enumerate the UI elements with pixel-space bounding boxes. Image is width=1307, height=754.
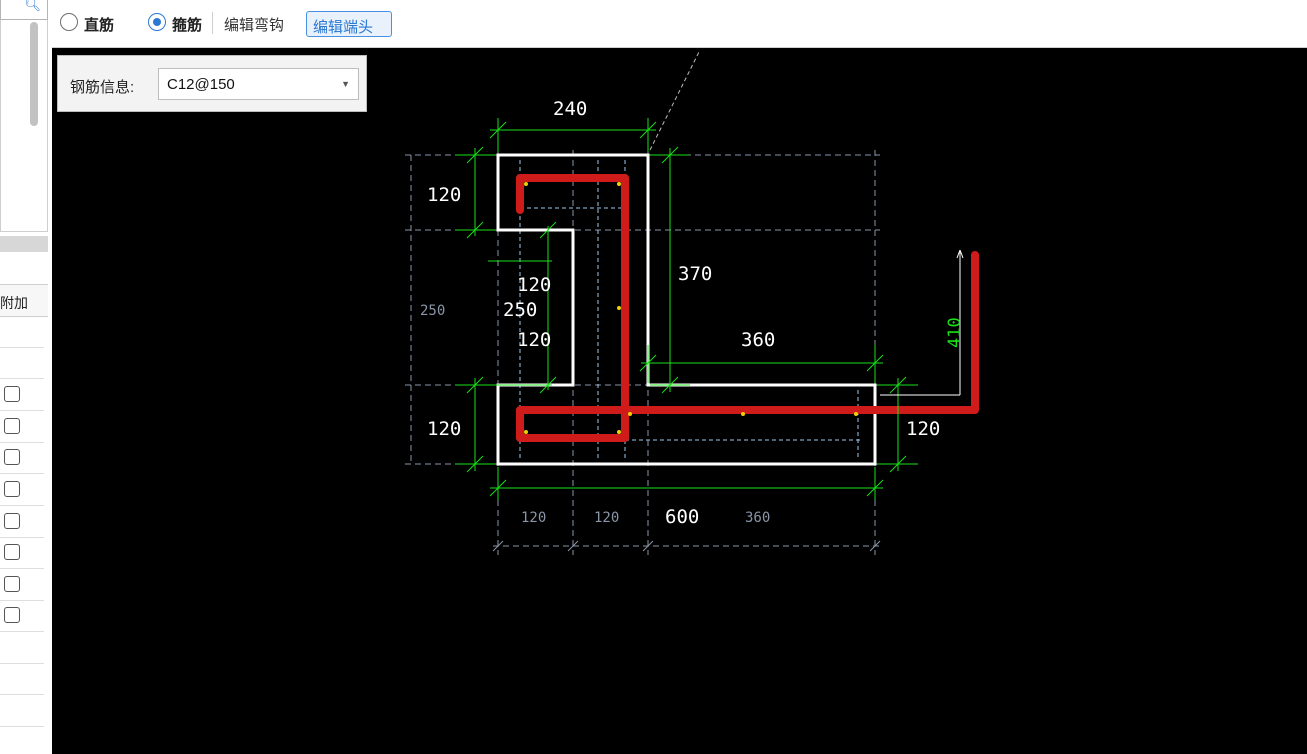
dim-right-120: 120 [906, 418, 940, 440]
dim-left-bottom-120: 120 [427, 418, 461, 440]
toolbar: 直筋 箍筋 编辑弯钩 编辑端头 [52, 0, 1307, 48]
grid-lines [405, 150, 880, 555]
table-row [0, 601, 44, 632]
table-row [0, 317, 44, 348]
search-icon: 🔍︎ [24, 0, 41, 12]
table-row [0, 570, 44, 601]
left-panel: 🔍︎ 附加 [0, 0, 53, 754]
straight-bar-radio[interactable] [60, 13, 78, 31]
table-row [0, 348, 44, 379]
rebar-stirrup [516, 174, 979, 442]
list-area [0, 20, 48, 232]
addition-checkbox[interactable] [4, 513, 20, 529]
dim-bottom-360: 360 [745, 510, 770, 526]
addition-checkbox[interactable] [4, 418, 20, 434]
table-row [0, 380, 44, 411]
dim-mid-120b: 120 [517, 329, 551, 351]
dim-leg-410: 410 [945, 317, 965, 348]
dim-bottom-120b: 120 [594, 510, 619, 526]
table-row [0, 696, 44, 727]
dim-right-360: 360 [741, 329, 775, 351]
drawing-canvas[interactable]: 240 120 120 250 120 370 360 120 120 600 … [52, 48, 1307, 754]
table-row [0, 507, 44, 538]
straight-bar-label[interactable]: 直筋 [84, 14, 114, 35]
dim-bottom-600: 600 [665, 506, 699, 528]
table-row [0, 633, 44, 664]
edit-end-button[interactable]: 编辑端头 [306, 11, 392, 37]
rebar-info-select[interactable]: C12@150 ▼ [158, 68, 359, 100]
rebar-info-panel: 钢筋信息: C12@150 ▼ [57, 55, 367, 112]
table-row [0, 538, 44, 569]
dim-mid-120a: 120 [517, 274, 551, 296]
dim-bottom-120a: 120 [521, 510, 546, 526]
edit-hook-button[interactable]: 编辑弯钩 [224, 14, 284, 35]
addition-checkbox[interactable] [4, 607, 20, 623]
addition-checkbox[interactable] [4, 386, 20, 402]
section-drawing: 240 120 120 250 120 370 360 120 120 600 … [405, 49, 979, 555]
table-row [0, 443, 44, 474]
table-row [0, 412, 44, 443]
stirrup-label[interactable]: 箍筋 [172, 14, 202, 35]
edit-end-label: 编辑端头 [313, 19, 374, 36]
toolbar-divider [212, 12, 213, 34]
addition-checkbox[interactable] [4, 576, 20, 592]
column-header-label: 附加 [0, 295, 28, 311]
dim-outer-250: 250 [420, 303, 445, 319]
rebar-info-label: 钢筋信息: [70, 79, 135, 96]
addition-checkbox[interactable] [4, 449, 20, 465]
leader-line [649, 49, 701, 151]
scrollbar-thumb[interactable] [30, 22, 38, 126]
dim-top-240: 240 [553, 98, 587, 120]
rebar-info-value: C12@150 [167, 76, 235, 93]
section-outline [496, 153, 877, 466]
addition-checkbox[interactable] [4, 544, 20, 560]
search-button[interactable]: 🔍︎ [0, 0, 48, 20]
table-row [0, 664, 44, 695]
column-header: 附加 [0, 284, 48, 317]
table-row [0, 475, 44, 506]
dim-right-370: 370 [678, 263, 712, 285]
chevron-down-icon[interactable]: ▼ [341, 79, 350, 89]
stirrup-radio[interactable] [148, 13, 166, 31]
addition-checkbox[interactable] [4, 481, 20, 497]
dim-left-top-120: 120 [427, 184, 461, 206]
panel-separator [0, 236, 48, 252]
dim-mid-250: 250 [503, 299, 537, 321]
inner-dashes [519, 160, 860, 460]
